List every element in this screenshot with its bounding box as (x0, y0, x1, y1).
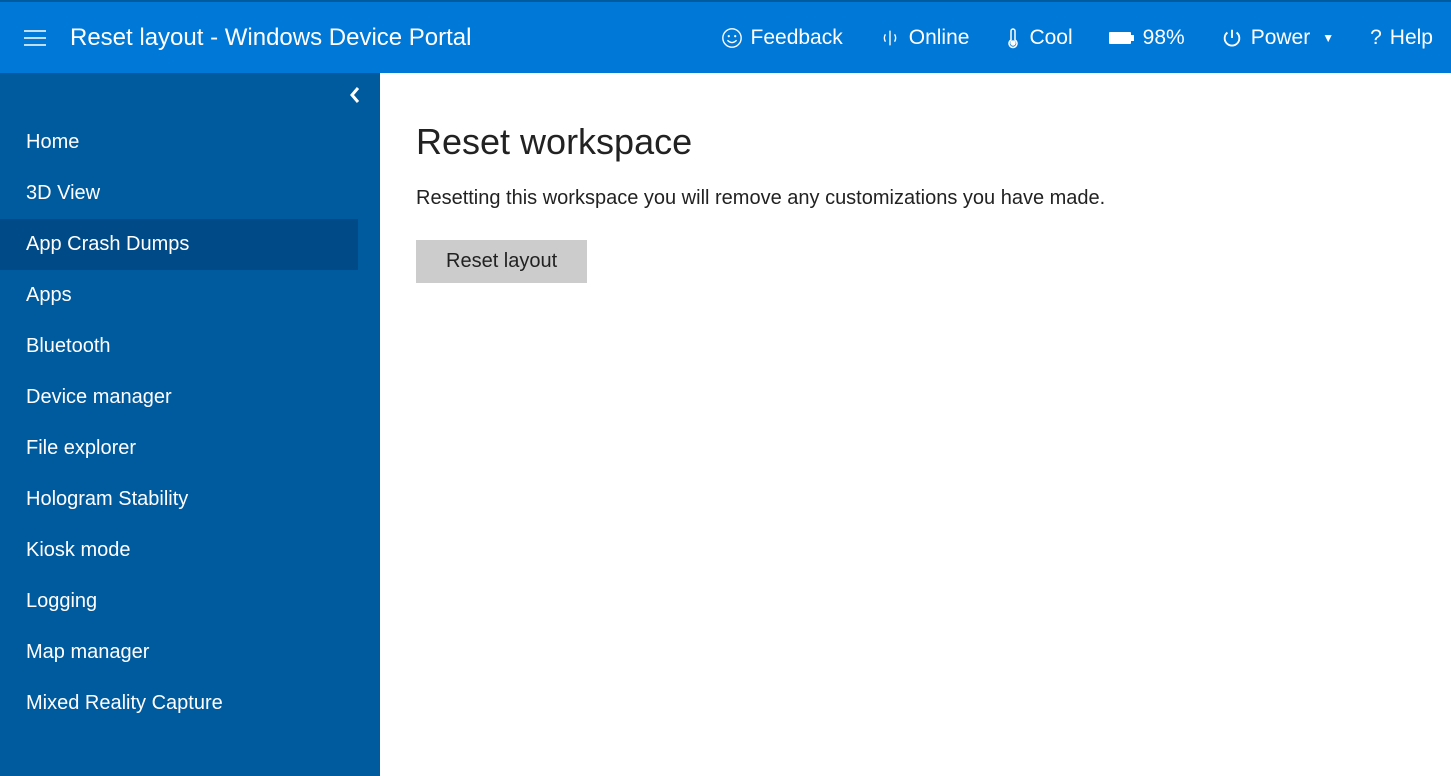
sidebar-item-home[interactable]: Home (0, 117, 358, 168)
chevron-left-icon (348, 86, 362, 104)
wifi-icon (879, 27, 901, 49)
battery-label: 98% (1143, 26, 1185, 50)
chevron-down-icon: ▼ (1322, 31, 1334, 45)
sidebar-item-device-manager[interactable]: Device manager (0, 372, 358, 423)
sidebar-item-app-crash-dumps[interactable]: App Crash Dumps (0, 219, 358, 270)
hamburger-menu-button[interactable] (0, 2, 70, 73)
smiley-icon (721, 27, 743, 49)
sidebar-item-bluetooth[interactable]: Bluetooth (0, 321, 358, 372)
sidebar-item-logging[interactable]: Logging (0, 576, 358, 627)
temperature-status[interactable]: Cool (987, 2, 1090, 73)
sidebar: Home3D ViewApp Crash DumpsAppsBluetoothD… (0, 73, 380, 776)
feedback-button[interactable]: Feedback (703, 2, 861, 73)
thermometer-icon (1005, 26, 1021, 50)
sidebar-item-3d-view[interactable]: 3D View (0, 168, 358, 219)
sidebar-item-mixed-reality-capture[interactable]: Mixed Reality Capture (0, 678, 358, 729)
online-label: Online (909, 26, 970, 50)
sidebar-nav[interactable]: Home3D ViewApp Crash DumpsAppsBluetoothD… (0, 117, 380, 776)
main-content: Reset workspace Resetting this workspace… (380, 73, 1451, 776)
power-menu[interactable]: Power ▼ (1203, 2, 1352, 73)
hamburger-icon (24, 30, 46, 46)
content-description: Resetting this workspace you will remove… (416, 187, 1451, 210)
power-label: Power (1251, 26, 1311, 50)
sidebar-item-map-manager[interactable]: Map manager (0, 627, 358, 678)
reset-layout-button[interactable]: Reset layout (416, 240, 587, 283)
power-icon (1221, 27, 1243, 49)
battery-icon (1109, 31, 1135, 45)
sidebar-collapse-button[interactable] (0, 73, 380, 117)
sidebar-item-kiosk-mode[interactable]: Kiosk mode (0, 525, 358, 576)
temperature-label: Cool (1029, 26, 1072, 50)
header: Reset layout - Windows Device Portal Fee… (0, 0, 1451, 73)
page-title: Reset layout - Windows Device Portal (70, 24, 471, 52)
feedback-label: Feedback (751, 26, 843, 50)
online-status[interactable]: Online (861, 2, 988, 73)
sidebar-item-apps[interactable]: Apps (0, 270, 358, 321)
help-button[interactable]: ? Help (1352, 2, 1451, 73)
battery-status[interactable]: 98% (1091, 2, 1203, 73)
help-icon: ? (1370, 26, 1382, 50)
sidebar-item-hologram-stability[interactable]: Hologram Stability (0, 474, 358, 525)
sidebar-item-file-explorer[interactable]: File explorer (0, 423, 358, 474)
help-label: Help (1390, 26, 1433, 50)
content-heading: Reset workspace (416, 121, 1451, 163)
